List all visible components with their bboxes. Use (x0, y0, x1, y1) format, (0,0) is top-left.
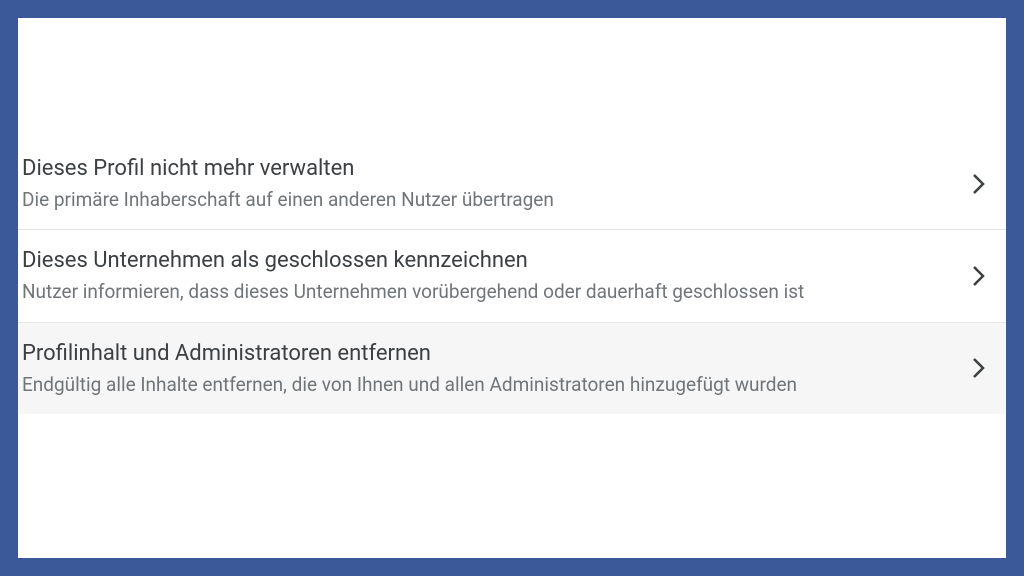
option-text: Profilinhalt und Administratoren entfern… (22, 339, 956, 398)
settings-panel: Dieses Profil nicht mehr verwalten Die p… (18, 18, 1006, 558)
chevron-right-icon (972, 173, 986, 195)
option-description: Nutzer informieren, dass dieses Unterneh… (22, 279, 956, 306)
option-title: Dieses Profil nicht mehr verwalten (22, 154, 956, 185)
option-text: Dieses Unternehmen als geschlossen kennz… (22, 246, 956, 305)
chevron-right-icon (972, 357, 986, 379)
option-remove-content-admins[interactable]: Profilinhalt und Administratoren entfern… (18, 322, 1006, 414)
option-title: Profilinhalt und Administratoren entfern… (22, 339, 956, 370)
option-mark-closed[interactable]: Dieses Unternehmen als geschlossen kennz… (18, 229, 1006, 321)
chevron-right-icon (972, 265, 986, 287)
option-description: Endgültig alle Inhalte entfernen, die vo… (22, 372, 956, 399)
option-title: Dieses Unternehmen als geschlossen kennz… (22, 246, 956, 277)
option-stop-managing-profile[interactable]: Dieses Profil nicht mehr verwalten Die p… (18, 138, 1006, 229)
option-text: Dieses Profil nicht mehr verwalten Die p… (22, 154, 956, 213)
option-description: Die primäre Inhaberschaft auf einen ande… (22, 187, 956, 214)
